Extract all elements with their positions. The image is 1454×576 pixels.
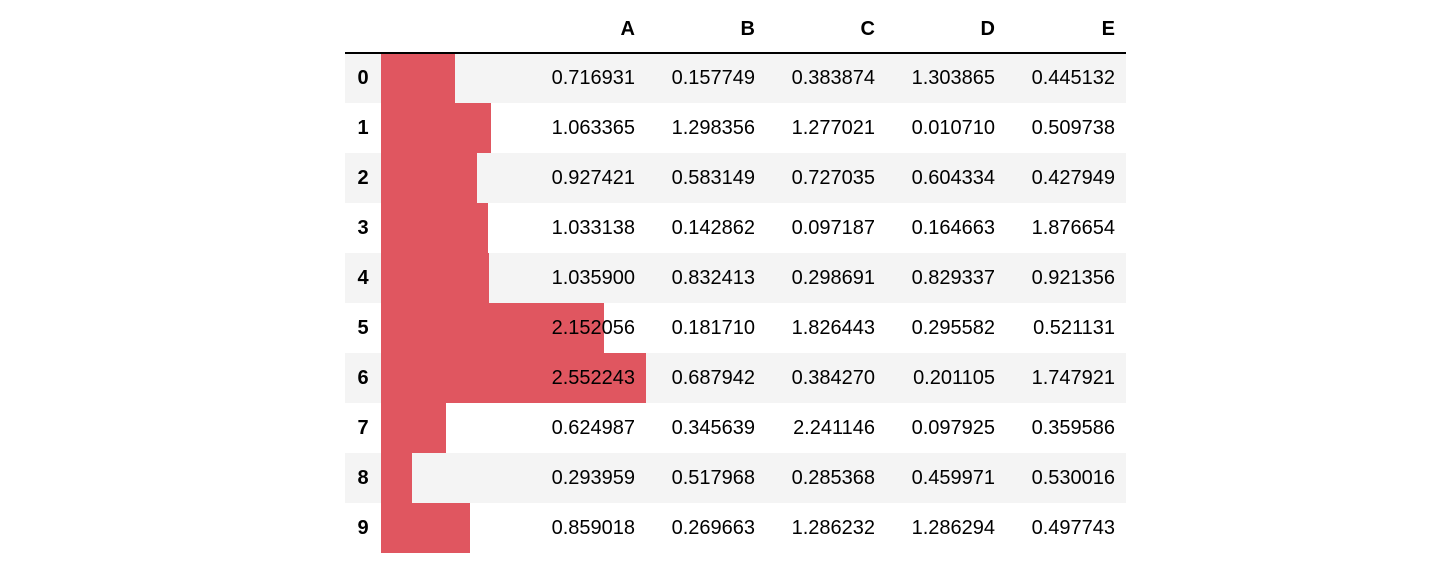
data-bar	[381, 103, 492, 153]
table-body: 0 0.716931 0.157749 0.383874 1.303865 0.…	[345, 53, 1126, 553]
cell-b: 0.345639	[671, 416, 755, 439]
cell-value: 2.152056	[551, 316, 635, 339]
row-index: 8	[357, 466, 369, 489]
data-bar	[381, 54, 456, 103]
row-index: 5	[357, 316, 369, 339]
table-row: 1 1.063365 1.298356 1.277021 0.010710 0.…	[345, 103, 1126, 153]
cell-a: 2.552243	[381, 353, 646, 403]
row-index: 1	[357, 116, 369, 139]
cell-value: 1.035900	[551, 266, 635, 289]
cell-e: 0.359586	[1031, 416, 1115, 439]
data-bar	[381, 253, 489, 303]
cell-d: 0.010710	[911, 116, 995, 139]
cell-a: 0.624987	[381, 403, 646, 453]
cell-e: 0.445132	[1031, 67, 1115, 89]
cell-e: 0.521131	[1033, 316, 1115, 339]
cell-value: 0.859018	[551, 516, 635, 539]
cell-d: 0.829337	[911, 266, 995, 289]
cell-value: 0.716931	[551, 67, 635, 89]
cell-a: 0.927421	[381, 153, 646, 203]
cell-c: 0.384270	[791, 366, 875, 389]
table-row: 5 2.152056 0.181710 1.826443 0.295582 0.…	[345, 303, 1126, 353]
cell-value: 0.293959	[551, 466, 635, 489]
dataframe-table: A B C D E 0 0.716931 0.157749 0.383874 1…	[345, 6, 1126, 553]
row-index: 0	[357, 67, 369, 89]
cell-c: 2.241146	[793, 416, 875, 439]
cell-d: 1.303865	[911, 67, 995, 89]
cell-value: 2.552243	[551, 366, 635, 389]
cell-d: 0.604334	[911, 166, 995, 189]
table-row: 0 0.716931 0.157749 0.383874 1.303865 0.…	[345, 53, 1126, 103]
cell-e: 1.747921	[1031, 366, 1115, 389]
cell-c: 0.383874	[791, 67, 875, 89]
cell-b: 0.269663	[671, 516, 755, 539]
cell-c: 0.097187	[791, 216, 875, 239]
cell-a: 2.152056	[381, 303, 646, 353]
column-header-a: A	[381, 6, 646, 54]
cell-c: 1.286232	[791, 516, 875, 539]
index-header	[345, 6, 381, 54]
cell-a: 1.035900	[381, 253, 646, 303]
cell-b: 0.687942	[671, 366, 755, 389]
cell-a: 1.063365	[381, 103, 646, 153]
table-row: 3 1.033138 0.142862 0.097187 0.164663 1.…	[345, 203, 1126, 253]
cell-b: 0.181710	[671, 316, 755, 339]
table-row: 7 0.624987 0.345639 2.241146 0.097925 0.…	[345, 403, 1126, 453]
cell-d: 1.286294	[911, 516, 995, 539]
cell-a: 0.716931	[381, 53, 646, 103]
row-index: 4	[357, 266, 369, 289]
table-row: 4 1.035900 0.832413 0.298691 0.829337 0.…	[345, 253, 1126, 303]
cell-value: 0.624987	[551, 416, 635, 439]
cell-a: 0.859018	[381, 503, 646, 553]
table-row: 6 2.552243 0.687942 0.384270 0.201105 1.…	[345, 353, 1126, 403]
cell-c: 0.727035	[791, 166, 875, 189]
column-header-b: B	[646, 6, 766, 54]
column-header-d: D	[886, 6, 1006, 54]
row-index: 3	[357, 216, 369, 239]
cell-d: 0.295582	[911, 316, 995, 339]
cell-b: 0.157749	[671, 67, 755, 89]
cell-value: 1.033138	[551, 216, 635, 239]
table-row: 2 0.927421 0.583149 0.727035 0.604334 0.…	[345, 153, 1126, 203]
cell-a: 0.293959	[381, 453, 646, 503]
cell-d: 0.097925	[911, 416, 995, 439]
cell-b: 0.142862	[671, 216, 755, 239]
cell-b: 0.517968	[671, 466, 755, 489]
data-bar	[381, 153, 478, 203]
column-header-e: E	[1006, 6, 1126, 54]
header-row: A B C D E	[345, 6, 1126, 54]
row-index: 2	[357, 166, 369, 189]
cell-c: 1.826443	[791, 316, 875, 339]
row-index: 7	[357, 416, 369, 439]
cell-c: 0.285368	[791, 466, 875, 489]
cell-a: 1.033138	[381, 203, 646, 253]
column-header-c: C	[766, 6, 886, 54]
cell-d: 0.201105	[913, 366, 995, 389]
cell-c: 0.298691	[791, 266, 875, 289]
cell-c: 1.277021	[791, 116, 875, 139]
cell-e: 0.921356	[1031, 266, 1115, 289]
cell-e: 0.509738	[1031, 116, 1115, 139]
data-bar	[381, 203, 489, 253]
row-index: 6	[357, 366, 369, 389]
cell-e: 0.497743	[1031, 516, 1115, 539]
cell-b: 0.832413	[671, 266, 755, 289]
cell-value: 0.927421	[551, 166, 635, 189]
cell-b: 0.583149	[671, 166, 755, 189]
data-bar	[381, 453, 412, 503]
cell-b: 1.298356	[671, 116, 755, 139]
data-bar	[381, 403, 446, 453]
data-bar	[381, 503, 471, 553]
cell-e: 0.530016	[1031, 466, 1115, 489]
table-row: 8 0.293959 0.517968 0.285368 0.459971 0.…	[345, 453, 1126, 503]
cell-value: 1.063365	[551, 116, 635, 139]
table-row: 9 0.859018 0.269663 1.286232 1.286294 0.…	[345, 503, 1126, 553]
cell-d: 0.459971	[911, 466, 995, 489]
cell-d: 0.164663	[911, 216, 995, 239]
cell-e: 1.876654	[1031, 216, 1115, 239]
cell-e: 0.427949	[1031, 166, 1115, 189]
row-index: 9	[357, 516, 369, 539]
